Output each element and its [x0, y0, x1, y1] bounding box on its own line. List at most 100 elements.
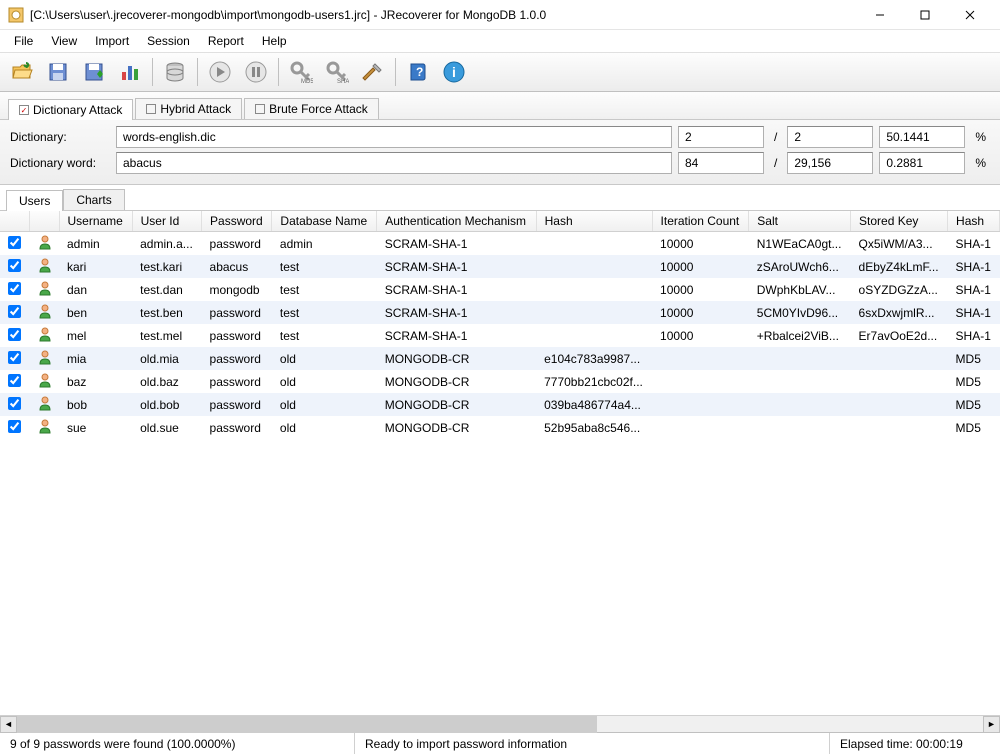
tools-button[interactable] — [357, 56, 389, 88]
menu-import[interactable]: Import — [87, 32, 137, 50]
table-row[interactable]: bentest.benpasswordtestSCRAM-SHA-1100005… — [0, 301, 1000, 324]
import-button[interactable] — [78, 56, 110, 88]
row-checkbox[interactable] — [0, 393, 29, 416]
save-button[interactable] — [42, 56, 74, 88]
row-checkbox[interactable] — [0, 416, 29, 439]
cell-username: ben — [59, 301, 132, 324]
cell-stored: 6sxDxwjmlR... — [851, 301, 948, 324]
user-icon — [29, 393, 59, 416]
word-percent[interactable]: 0.2881 — [879, 152, 965, 174]
cell-iter — [652, 393, 749, 416]
table-row[interactable]: dantest.danmongodbtestSCRAM-SHA-110000DW… — [0, 278, 1000, 301]
table-row[interactable]: bazold.bazpasswordoldMONGODB-CR7770bb21c… — [0, 370, 1000, 393]
column-header[interactable] — [29, 211, 59, 232]
cell-hash — [536, 232, 652, 256]
row-checkbox[interactable] — [0, 324, 29, 347]
cell-salt: 5CM0YIvD96... — [749, 301, 851, 324]
column-header[interactable]: Authentication Mechanism — [377, 211, 536, 232]
column-header[interactable]: Iteration Count — [652, 211, 749, 232]
cell-db: old — [272, 370, 377, 393]
db-button[interactable] — [159, 56, 191, 88]
table-row[interactable]: meltest.melpasswordtestSCRAM-SHA-110000+… — [0, 324, 1000, 347]
column-header[interactable]: User Id — [132, 211, 201, 232]
tab-users[interactable]: Users — [6, 190, 63, 211]
column-header[interactable]: Stored Key — [851, 211, 948, 232]
help-button[interactable]: ? — [402, 56, 434, 88]
row-checkbox[interactable] — [0, 347, 29, 370]
maximize-button[interactable] — [902, 1, 947, 29]
word-total[interactable]: 29,156 — [787, 152, 873, 174]
menu-report[interactable]: Report — [200, 32, 252, 50]
dictionary-percent[interactable]: 50.1441 — [879, 126, 965, 148]
column-header[interactable]: Salt — [749, 211, 851, 232]
key-md5-button[interactable]: MD5 — [285, 56, 317, 88]
dictionary-total[interactable]: 2 — [787, 126, 873, 148]
scroll-right-button[interactable]: ► — [983, 716, 1000, 733]
tab-charts[interactable]: Charts — [63, 189, 124, 210]
scroll-left-button[interactable]: ◄ — [0, 716, 17, 733]
menu-file[interactable]: File — [6, 32, 41, 50]
key-sha-button[interactable]: SHA1 — [321, 56, 353, 88]
cell-db: test — [272, 255, 377, 278]
column-header[interactable] — [0, 211, 29, 232]
row-checkbox[interactable] — [0, 370, 29, 393]
cell-password: password — [202, 324, 272, 347]
dictionary-field[interactable]: words-english.dic — [116, 126, 672, 148]
scroll-thumb[interactable] — [17, 716, 597, 733]
table-row[interactable]: sueold.suepasswordoldMONGODB-CR52b95aba8… — [0, 416, 1000, 439]
status-right: Elapsed time: 00:00:19 — [830, 733, 1000, 754]
cell-auth: MONGODB-CR — [377, 416, 536, 439]
cell-auth: SCRAM-SHA-1 — [377, 278, 536, 301]
column-header[interactable]: Password — [202, 211, 272, 232]
info-button[interactable]: i — [438, 56, 470, 88]
column-header[interactable]: Username — [59, 211, 132, 232]
menu-session[interactable]: Session — [139, 32, 198, 50]
dictionary-current[interactable]: 2 — [678, 126, 764, 148]
close-button[interactable] — [947, 1, 992, 29]
chart-button[interactable] — [114, 56, 146, 88]
cell-userid: old.mia — [132, 347, 201, 370]
open-button[interactable] — [6, 56, 38, 88]
cell-htype: MD5 — [948, 370, 1000, 393]
word-current[interactable]: 84 — [678, 152, 764, 174]
tab-hybrid-attack[interactable]: Hybrid Attack — [135, 98, 242, 119]
column-header[interactable]: Hash — [948, 211, 1000, 232]
cell-hash: e104c783a9987... — [536, 347, 652, 370]
row-checkbox[interactable] — [0, 278, 29, 301]
row-checkbox[interactable] — [0, 301, 29, 324]
word-label: Dictionary word: — [10, 156, 110, 170]
cell-htype: SHA-1 — [948, 324, 1000, 347]
column-header[interactable]: Database Name — [272, 211, 377, 232]
cell-username: mia — [59, 347, 132, 370]
svg-text:MD5: MD5 — [301, 79, 313, 84]
row-checkbox[interactable] — [0, 255, 29, 278]
cell-password: abacus — [202, 255, 272, 278]
horizontal-scrollbar[interactable]: ◄ ► — [0, 715, 1000, 732]
cell-userid: test.kari — [132, 255, 201, 278]
table-row[interactable]: miaold.miapasswordoldMONGODB-CRe104c783a… — [0, 347, 1000, 370]
cell-username: dan — [59, 278, 132, 301]
cell-userid: admin.a... — [132, 232, 201, 256]
tab-brute-force-attack[interactable]: Brute Force Attack — [244, 98, 379, 119]
scroll-track[interactable] — [17, 716, 983, 733]
cell-password: password — [202, 393, 272, 416]
tab-dictionary-attack[interactable]: ✓ Dictionary Attack — [8, 99, 133, 120]
menu-view[interactable]: View — [43, 32, 85, 50]
minimize-button[interactable] — [857, 1, 902, 29]
users-table-wrap[interactable]: UsernameUser IdPasswordDatabase NameAuth… — [0, 211, 1000, 715]
titlebar: [C:\Users\user\.jrecoverer-mongodb\impor… — [0, 0, 1000, 30]
cell-userid: old.bob — [132, 393, 201, 416]
column-header[interactable]: Hash — [536, 211, 652, 232]
play-button[interactable] — [204, 56, 236, 88]
cell-password: password — [202, 370, 272, 393]
cell-iter: 10000 — [652, 324, 749, 347]
table-row[interactable]: bobold.bobpasswordoldMONGODB-CR039ba4867… — [0, 393, 1000, 416]
view-tabs: Users Charts — [0, 185, 1000, 211]
word-field[interactable]: abacus — [116, 152, 672, 174]
table-row[interactable]: karitest.kariabacustestSCRAM-SHA-110000z… — [0, 255, 1000, 278]
row-checkbox[interactable] — [0, 232, 29, 256]
user-icon — [29, 301, 59, 324]
pause-button[interactable] — [240, 56, 272, 88]
menu-help[interactable]: Help — [254, 32, 295, 50]
table-row[interactable]: adminadmin.a...passwordadminSCRAM-SHA-11… — [0, 232, 1000, 256]
